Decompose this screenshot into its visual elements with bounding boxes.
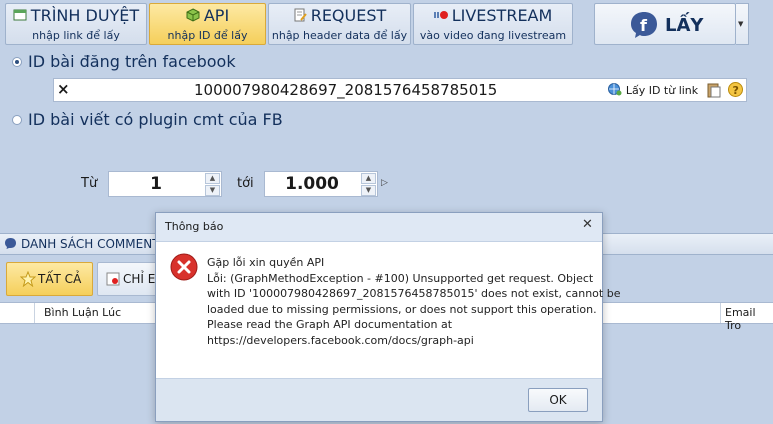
tab-browser[interactable]: TRÌNH DUYỆT nhập link để lấy (5, 3, 147, 45)
star-icon (19, 270, 37, 290)
document-edit-icon (293, 7, 307, 22)
chevron-down-icon: ▼ (738, 20, 744, 28)
from-stepper[interactable]: 1 ▲ ▼ (108, 171, 222, 197)
radio-post-id[interactable] (12, 57, 22, 67)
message-line: loaded due to missing permissions, or do… (207, 302, 597, 316)
tab-request-subtitle: nhập header data để lấy (271, 29, 408, 42)
to-label: tới (237, 176, 254, 191)
tab-api[interactable]: API nhập ID để lấy (149, 3, 266, 45)
message-line: with ID '100007980428697_208157645878501… (207, 287, 621, 300)
get-button[interactable]: f LẤY (594, 3, 736, 45)
tab-livestream-subtitle: vào video đang livestream (419, 29, 567, 42)
facebook-chat-icon (4, 237, 17, 253)
error-dialog: Thông báo ✕ Gặp lỗi xin quyền API Lỗi: (… (155, 212, 621, 422)
message-line: Lỗi: (GraphMethodException - #100) Unsup… (207, 271, 594, 285)
tab-livestream-title: LIVESTREAM (451, 6, 553, 25)
to-value[interactable]: 1.000 (265, 174, 359, 194)
comment-list-title: DANH SÁCH COMMENT (21, 237, 160, 251)
decrement-icon[interactable]: ▼ (205, 185, 220, 196)
tab-api-title: API (203, 6, 230, 25)
message-line: Gặp lỗi xin quyền API (207, 256, 325, 269)
cube-icon (186, 7, 200, 22)
tab-browser-subtitle: nhập link để lấy (32, 29, 120, 42)
tab-browser-title: TRÌNH DUYỆT (30, 6, 140, 25)
tab-request-title: REQUEST (310, 6, 387, 25)
radio-plugin[interactable] (12, 115, 22, 125)
browser-icon (13, 7, 27, 21)
radio-post-id-label: ID bài đăng trên facebook (28, 52, 236, 71)
dialog-footer: OK (156, 378, 602, 421)
error-icon (170, 253, 198, 284)
svg-text:?: ? (733, 84, 739, 97)
ok-button[interactable]: OK (528, 388, 588, 412)
dialog-titlebar: Thông báo ✕ (156, 213, 602, 242)
get-button-label: LẤY (665, 15, 704, 36)
close-icon[interactable]: ✕ (582, 217, 593, 232)
message-line: Please read the Graph API documentation … (207, 318, 453, 331)
play-icon[interactable]: ▷ (381, 178, 388, 188)
decrement-icon[interactable]: ▼ (361, 185, 376, 196)
filter-all-label: TẤT CẢ (38, 272, 82, 286)
from-label: Từ (81, 176, 98, 191)
tab-api-subtitle: nhập ID để lấy (167, 29, 248, 42)
facebook-chat-icon: f (629, 10, 659, 43)
dialog-message: Gặp lỗi xin quyền API Lỗi: (GraphMethodE… (207, 255, 621, 348)
column-header-time[interactable]: Bình Luận Lúc (44, 306, 121, 319)
filter-all-button[interactable]: TẤT CẢ (6, 262, 93, 296)
svg-text:f: f (640, 16, 648, 35)
paste-icon[interactable] (707, 82, 721, 101)
to-stepper[interactable]: 1.000 ▲ ▼ (264, 171, 378, 197)
message-line: https://developers.facebook.com/docs/gra… (207, 333, 474, 347)
tab-request[interactable]: REQUEST nhập header data để lấy (268, 3, 411, 45)
post-id-field[interactable]: × 100007980428697_2081576458785015 Lấy I… (53, 78, 747, 102)
post-id-value[interactable]: 100007980428697_2081576458785015 (194, 81, 497, 99)
record-icon (433, 7, 448, 21)
radio-plugin-label: ID bài viết có plugin cmt của FB (28, 110, 283, 129)
clear-icon[interactable]: × (57, 80, 70, 98)
get-dropdown[interactable]: ▼ (736, 3, 749, 45)
tab-livestream[interactable]: LIVESTREAM vào video đang livestream (413, 3, 573, 45)
get-id-label: Lấy ID từ link (625, 84, 699, 97)
get-id-from-link-button[interactable]: Lấy ID từ link (608, 82, 698, 99)
help-icon[interactable]: ? (727, 81, 744, 101)
column-divider (720, 303, 721, 323)
column-header-email[interactable]: Email Tro (725, 306, 773, 332)
increment-icon[interactable]: ▲ (361, 173, 376, 184)
from-value[interactable]: 1 (109, 174, 203, 194)
globe-link-icon (608, 82, 622, 99)
column-divider (34, 303, 35, 323)
filter-icon (106, 272, 120, 289)
dialog-title: Thông báo (165, 220, 224, 233)
increment-icon[interactable]: ▲ (205, 173, 220, 184)
